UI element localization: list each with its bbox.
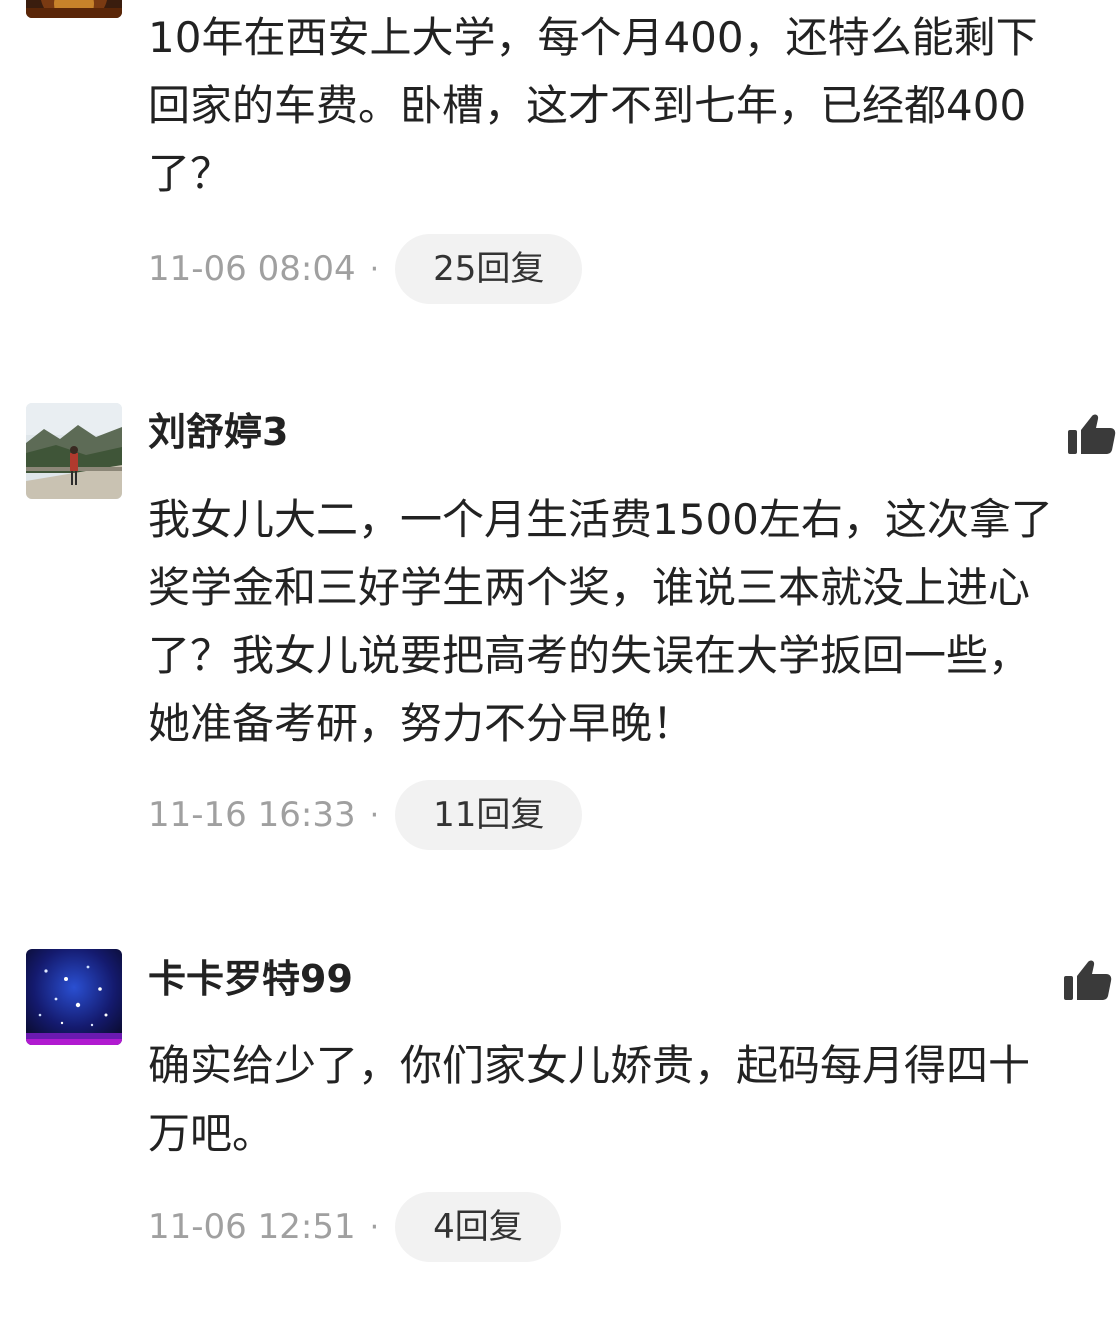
reply-count-button[interactable]: 25回复 [395,234,583,304]
meta-separator: · [369,797,380,833]
reply-count-button[interactable]: 4回复 [395,1192,561,1262]
comment-timestamp: 11-06 12:51 [148,1207,356,1247]
avatar[interactable] [26,403,122,499]
comment-username[interactable]: 卡卡罗特99 [148,955,353,1003]
comment-meta: 11-06 08:04 · 25回复 [148,234,583,304]
comment-meta: 11-06 12:51 · 4回复 [148,1192,561,1262]
thumbs-up-icon[interactable] [1066,412,1116,458]
comment-text: 10年在西安上大学，每个月400，还特么能剩下 回家的车费。卧槽，这才不到七年，… [148,13,1038,198]
avatar[interactable] [26,0,122,18]
comment-timestamp: 11-06 08:04 [148,249,356,289]
comment-text: 确实给少了，你们家女儿娇贵，起码每月得四十 万吧。 [148,1041,1031,1158]
thumbs-up-icon[interactable] [1062,958,1112,1004]
comment-username[interactable]: 刘舒婷3 [148,408,288,456]
meta-separator: · [369,251,380,287]
comment-meta: 11-16 16:33 · 11回复 [148,780,583,850]
reply-count-button[interactable]: 11回复 [395,780,583,850]
avatar[interactable] [26,949,122,1045]
comment-timestamp: 11-16 16:33 [148,795,356,835]
comment-text: 我女儿大二，一个月生活费1500左右，这次拿了 奖学金和三好学生两个奖，谁说三本… [148,495,1053,748]
meta-separator: · [369,1209,380,1245]
